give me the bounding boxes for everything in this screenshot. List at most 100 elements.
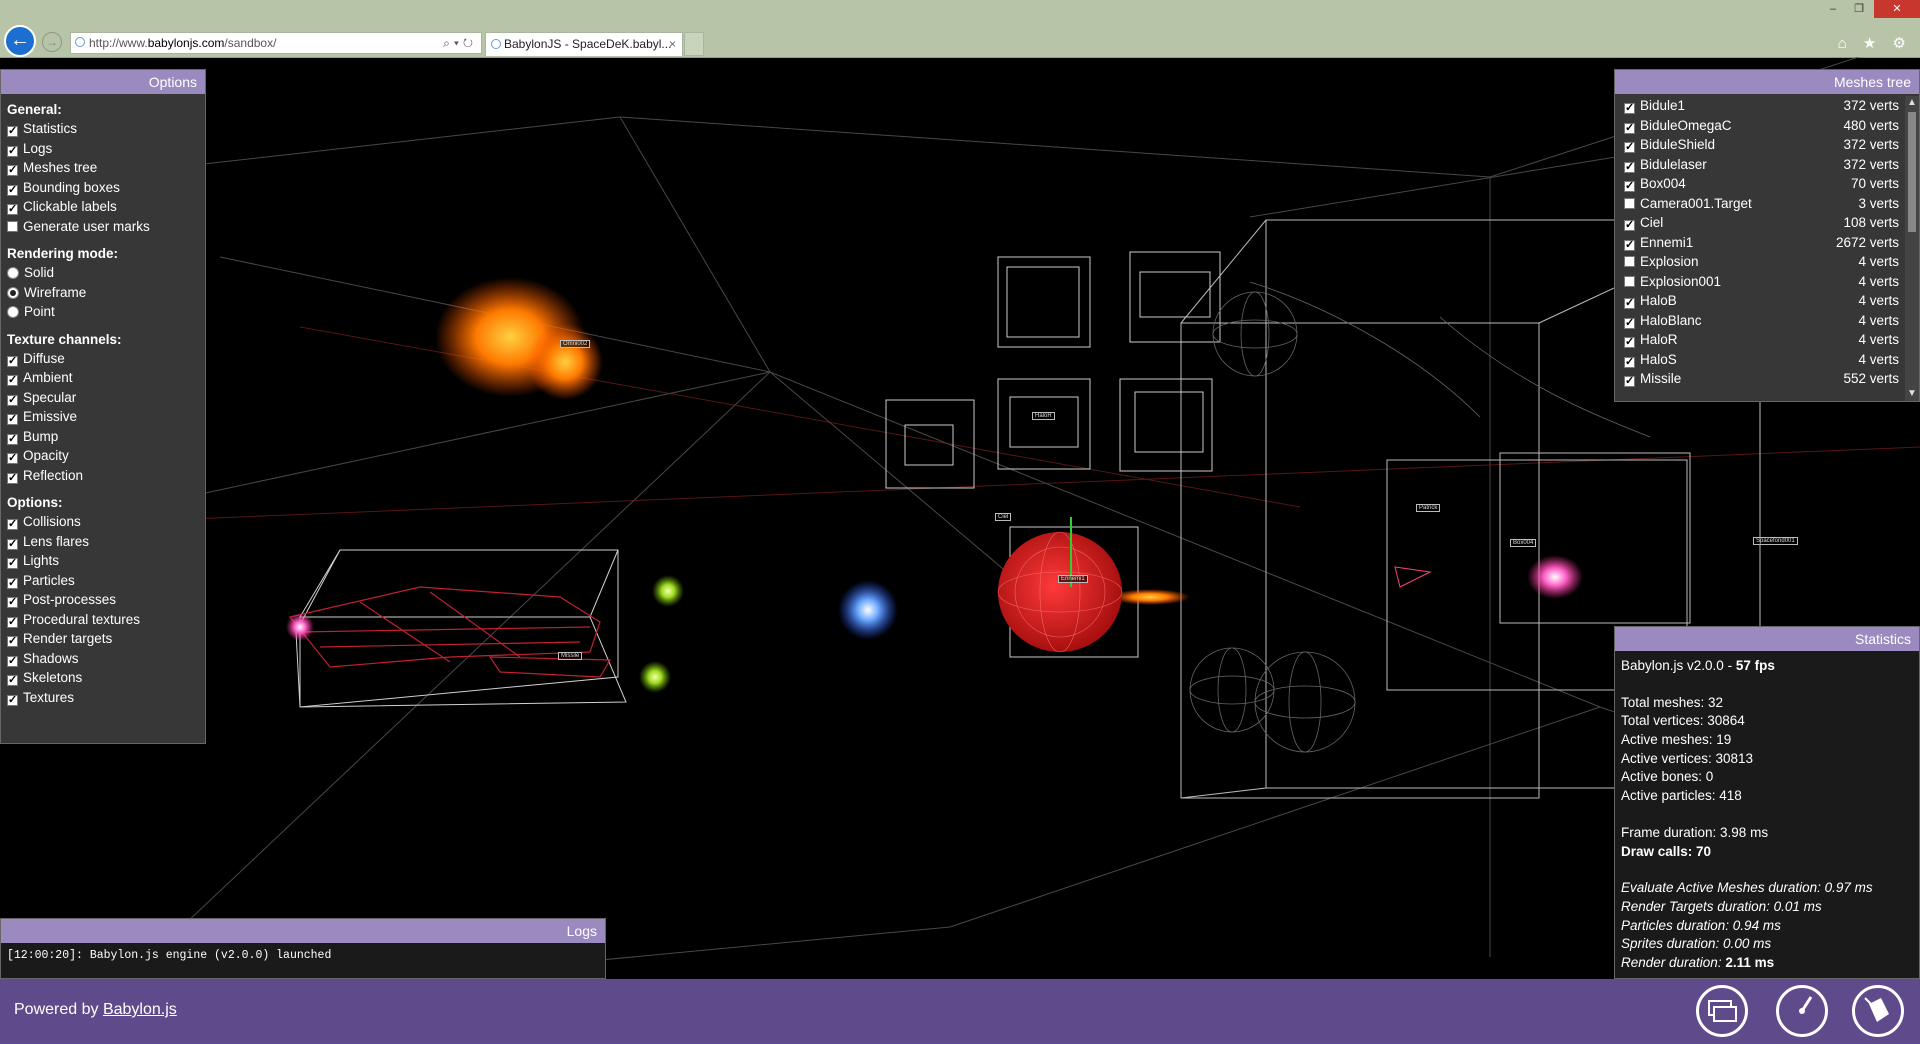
mesh-row[interactable]: ✓ HaloS 4 verts: [1615, 350, 1905, 370]
texture-channel-diffuse[interactable]: ✓ Diffuse: [1, 349, 205, 369]
option-procedural-textures[interactable]: ✓ Procedural textures: [1, 610, 205, 630]
checkbox[interactable]: ✓: [7, 538, 18, 550]
mesh-checkbox[interactable]: ✓: [1624, 376, 1635, 387]
mesh-checkbox[interactable]: ✓: [1624, 317, 1635, 329]
forward-button[interactable]: →: [42, 32, 62, 52]
texture-channel-specular[interactable]: ✓ Specular: [1, 388, 205, 408]
minimize-button[interactable]: –: [1820, 0, 1846, 18]
option-render-targets[interactable]: ✓ Render targets: [1, 629, 205, 649]
mesh-row[interactable]: ✓ Ciel 108 verts: [1615, 213, 1905, 233]
scene-label-halor[interactable]: HaloR: [1032, 412, 1055, 420]
checkbox[interactable]: ✓: [7, 414, 18, 425]
mesh-checkbox[interactable]: ✓: [1624, 161, 1635, 173]
checkbox[interactable]: ✓: [7, 694, 18, 706]
mesh-checkbox[interactable]: [1624, 197, 1635, 209]
mesh-row[interactable]: ✓ Ennemi1 2672 verts: [1615, 233, 1905, 253]
mesh-checkbox[interactable]: ✓: [1624, 103, 1635, 114]
checkbox[interactable]: ✓: [7, 394, 18, 406]
option-logs[interactable]: ✓ Logs: [1, 139, 205, 159]
scene-label-missile[interactable]: Missile: [558, 652, 583, 660]
checkbox[interactable]: ✓: [7, 453, 18, 464]
option-meshes-tree[interactable]: ✓ Meshes tree: [1, 158, 205, 178]
option-generate-user-marks[interactable]: Generate user marks: [1, 217, 205, 237]
checkbox[interactable]: ✓: [7, 204, 18, 215]
scene-label-patrick[interactable]: Patrick: [1416, 504, 1441, 512]
scroll-up-icon[interactable]: ▲: [1905, 96, 1919, 110]
mesh-row[interactable]: ✓ BiduleShield 372 verts: [1615, 135, 1905, 155]
mesh-checkbox[interactable]: ✓: [1624, 142, 1635, 153]
rendering-mode-wireframe[interactable]: Wireframe: [1, 283, 205, 303]
texture-channel-reflection[interactable]: ✓ Reflection: [1, 466, 205, 486]
radio-button[interactable]: [7, 286, 19, 299]
mesh-row[interactable]: ✓ Box004 70 verts: [1615, 174, 1905, 194]
back-button[interactable]: ←: [4, 25, 36, 57]
scene-label-ennemi[interactable]: Ennemi1: [1058, 575, 1088, 583]
option-shadows[interactable]: ✓ Shadows: [1, 649, 205, 669]
meshes-scrollbar[interactable]: ▲ ▼: [1905, 96, 1919, 401]
checkbox[interactable]: ✓: [7, 675, 18, 686]
mesh-checkbox[interactable]: ✓: [1624, 337, 1635, 348]
scene-label-omni[interactable]: Omni002: [560, 340, 591, 348]
checkbox[interactable]: ✓: [7, 616, 18, 628]
performance-button[interactable]: [1776, 985, 1828, 1037]
option-skeletons[interactable]: ✓ Skeletons: [1, 668, 205, 688]
option-lights[interactable]: ✓ Lights: [1, 551, 205, 571]
checkbox[interactable]: ✓: [7, 355, 18, 367]
scene-label-ciel[interactable]: Ciel: [995, 513, 1012, 521]
checkbox[interactable]: ✓: [7, 433, 18, 445]
mesh-checkbox[interactable]: ✓: [1624, 181, 1635, 192]
new-tab-button[interactable]: [684, 32, 704, 56]
mesh-row[interactable]: ✓ BiduleOmegaC 480 verts: [1615, 116, 1905, 136]
option-particles[interactable]: ✓ Particles: [1, 571, 205, 591]
mesh-checkbox[interactable]: ✓: [1624, 298, 1635, 309]
radio-button[interactable]: [7, 306, 19, 318]
option-collisions[interactable]: ✓ Collisions: [1, 512, 205, 532]
mesh-checkbox[interactable]: ✓: [1624, 356, 1635, 368]
rendering-mode-point[interactable]: Point: [1, 302, 205, 322]
mesh-checkbox[interactable]: ✓: [1624, 122, 1635, 134]
restore-button[interactable]: ❐: [1846, 0, 1872, 18]
mesh-row[interactable]: ✓ HaloR 4 verts: [1615, 330, 1905, 350]
texture-channel-ambient[interactable]: ✓ Ambient: [1, 368, 205, 388]
scene-label-box004[interactable]: Box004: [1510, 539, 1537, 547]
mesh-checkbox[interactable]: [1624, 256, 1635, 267]
option-textures[interactable]: ✓ Textures: [1, 688, 205, 708]
open-file-button[interactable]: [1852, 985, 1904, 1037]
address-tools-icon[interactable]: ⌕▾↻: [443, 33, 477, 53]
mesh-row[interactable]: ✓ HaloB 4 verts: [1615, 291, 1905, 311]
mesh-row[interactable]: ✓ Bidule1 372 verts: [1615, 96, 1905, 116]
checkbox[interactable]: ✓: [7, 655, 18, 667]
mesh-row[interactable]: ✓ HaloBlanc 4 verts: [1615, 311, 1905, 331]
home-favorites-settings-icons[interactable]: ⌂ ★ ⚙: [1838, 34, 1912, 52]
rendering-mode-solid[interactable]: Solid: [1, 263, 205, 283]
checkbox[interactable]: [7, 220, 18, 232]
texture-channel-opacity[interactable]: ✓ Opacity: [1, 446, 205, 466]
checkbox[interactable]: ✓: [7, 636, 18, 647]
radio-button[interactable]: [7, 267, 19, 279]
checkbox[interactable]: ✓: [7, 126, 18, 137]
option-lens-flares[interactable]: ✓ Lens flares: [1, 532, 205, 552]
checkbox[interactable]: ✓: [7, 145, 18, 157]
mesh-row[interactable]: Explosion 4 verts: [1615, 252, 1905, 272]
option-clickable-labels[interactable]: ✓ Clickable labels: [1, 197, 205, 217]
option-statistics[interactable]: ✓ Statistics: [1, 119, 205, 139]
mesh-row[interactable]: ✓ Missile 552 verts: [1615, 369, 1905, 389]
mesh-row[interactable]: ✓ Bidulelaser 372 verts: [1615, 155, 1905, 175]
browser-tab[interactable]: BabylonJS - SpaceDeK.babyl... ×: [485, 32, 683, 56]
checkbox[interactable]: ✓: [7, 472, 18, 484]
fullscreen-button[interactable]: [1696, 985, 1748, 1037]
mesh-checkbox[interactable]: ✓: [1624, 239, 1635, 251]
scroll-thumb[interactable]: [1908, 112, 1916, 232]
close-window-button[interactable]: ✕: [1874, 0, 1920, 18]
scroll-down-icon[interactable]: ▼: [1905, 387, 1919, 401]
tab-close-icon[interactable]: ×: [669, 33, 676, 55]
scene-label-spacefond[interactable]: Spacefond001: [1753, 537, 1798, 545]
mesh-checkbox[interactable]: ✓: [1624, 220, 1635, 231]
checkbox[interactable]: ✓: [7, 577, 18, 589]
mesh-row[interactable]: Explosion001 4 verts: [1615, 272, 1905, 292]
mesh-checkbox[interactable]: [1624, 275, 1635, 287]
checkbox[interactable]: ✓: [7, 519, 18, 530]
checkbox[interactable]: ✓: [7, 558, 18, 569]
checkbox[interactable]: ✓: [7, 597, 18, 608]
babylon-link[interactable]: Babylon.js: [103, 1001, 177, 1018]
